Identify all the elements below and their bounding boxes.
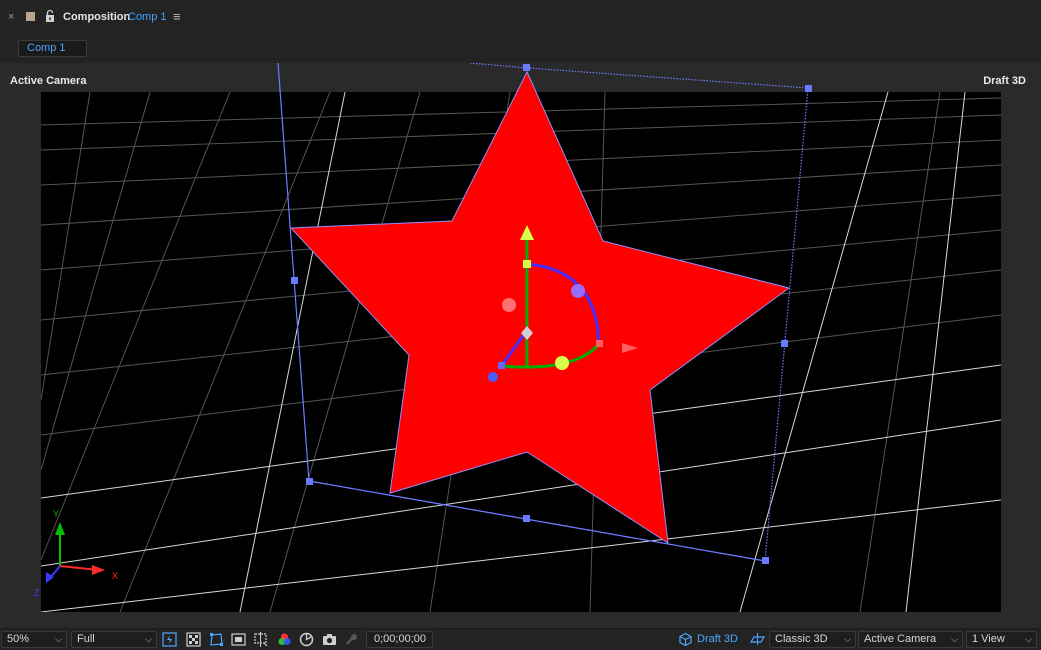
snapshot-icon[interactable]: [322, 632, 337, 647]
chevron-down-icon: ⌵: [145, 634, 152, 644]
guides-icon[interactable]: [253, 632, 268, 647]
viewer-footer: 50% ⌵ Full ⌵ 0;00;00;00 Draft 3D Classic…: [0, 628, 1041, 650]
chevron-down-icon: ⌵: [951, 634, 958, 644]
panel-title: Composition: [63, 11, 131, 23]
lock-icon[interactable]: [44, 9, 56, 23]
panel-menu-icon[interactable]: ≡: [173, 9, 181, 24]
mask-path-icon[interactable]: [209, 632, 224, 647]
chevron-down-icon: ⌵: [1025, 634, 1032, 644]
panel-comp-name: Comp 1: [128, 11, 167, 23]
chevron-down-icon: ⌵: [844, 634, 851, 644]
renderer-dropdown[interactable]: Classic 3D ⌵: [769, 631, 856, 648]
rgb-channels-icon[interactable]: [277, 632, 292, 647]
draft-3d-label: Draft 3D: [697, 633, 738, 645]
fast-previews-icon[interactable]: [162, 632, 177, 647]
chevron-down-icon: ⌵: [55, 634, 62, 644]
zoom-dropdown[interactable]: 50% ⌵: [1, 631, 67, 648]
resolution-value: Full: [77, 633, 95, 645]
renderer-value: Classic 3D: [775, 633, 828, 645]
close-panel-button[interactable]: ×: [8, 11, 14, 23]
star-shape[interactable]: [289, 70, 791, 544]
camera-view-value: Active Camera: [864, 633, 937, 645]
ground-plane-icon[interactable]: [750, 632, 765, 647]
exposure-reset-icon[interactable]: [299, 632, 314, 647]
transparency-grid-icon[interactable]: [186, 632, 201, 647]
comp-tab-bar: Comp 1: [0, 34, 1041, 62]
comp-color-swatch: [26, 12, 35, 21]
y-axis-label: Y: [53, 509, 59, 519]
world-axis-indicator: [46, 522, 105, 583]
x-axis-label: X: [112, 571, 118, 581]
view-layout-value: 1 View: [972, 633, 1005, 645]
panel-header: × Composition Comp 1 ≡: [0, 0, 1041, 34]
resolution-dropdown[interactable]: Full ⌵: [71, 631, 157, 648]
3d-stage[interactable]: Y X Z: [0, 63, 1041, 628]
show-snapshot-icon[interactable]: [344, 632, 359, 647]
tab-comp-1[interactable]: Comp 1: [18, 40, 87, 57]
view-layout-dropdown[interactable]: 1 View ⌵: [966, 631, 1037, 648]
z-axis-label: Z: [34, 588, 40, 598]
camera-view-dropdown[interactable]: Active Camera ⌵: [858, 631, 963, 648]
cube-icon: [679, 632, 692, 647]
bounding-box-front: [308, 480, 766, 562]
zoom-value: 50%: [7, 633, 30, 645]
timecode-field[interactable]: 0;00;00;00: [366, 631, 433, 648]
region-of-interest-icon[interactable]: [231, 632, 246, 647]
